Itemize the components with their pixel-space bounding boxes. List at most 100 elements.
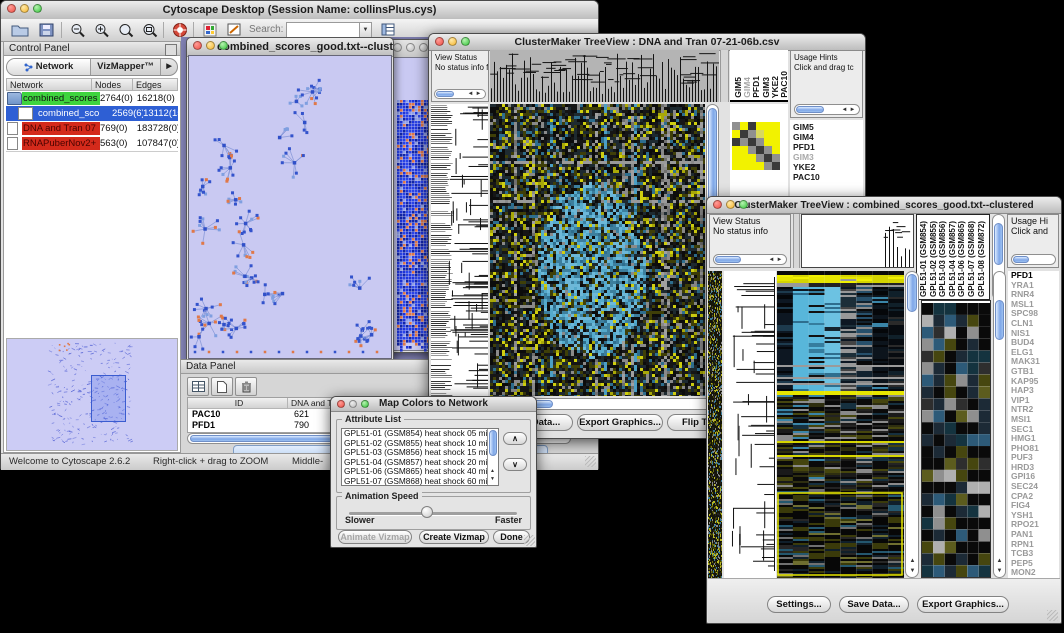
tv2-heatmap-vscrollbar[interactable]: ▲▼: [905, 271, 919, 578]
gene-label[interactable]: MON2: [1008, 568, 1059, 578]
attribute-listbox[interactable]: GPL51-01 (GSM854) heat shock 05 minGPL51…: [341, 428, 499, 486]
zoom-window-icon[interactable]: [419, 43, 428, 52]
network-row[interactable]: RNAPuberNov2+563(0)107847(0): [6, 136, 178, 151]
minimize-icon[interactable]: [406, 43, 415, 52]
close-icon[interactable]: [193, 41, 202, 50]
move-down-button[interactable]: ∨: [503, 458, 527, 471]
tv1-splitter[interactable]: [720, 50, 729, 102]
column-header-nodes[interactable]: Nodes: [92, 78, 133, 91]
delete-attribute-trash-icon[interactable]: [235, 377, 257, 396]
resize-grip[interactable]: [1047, 610, 1058, 621]
tv1-column-dendrogram-canvas[interactable]: [490, 50, 719, 102]
attribute-item[interactable]: GPL51-07 (GSM868) heat shock 60 min: [342, 477, 487, 487]
tv1-heatmap-canvas[interactable]: [490, 104, 705, 396]
network1-view[interactable]: [188, 55, 392, 359]
map-colors-dialog: Map Colors to Network Attribute List GPL…: [330, 396, 537, 548]
slider-thumb[interactable]: [421, 506, 433, 518]
view-status-hscrollbar[interactable]: ◄►: [434, 89, 486, 99]
column-label[interactable]: PAC10: [779, 71, 788, 98]
column-label[interactable]: GPL51-04 (GSM857): [948, 221, 957, 297]
gene-label[interactable]: PFD1: [790, 142, 863, 152]
settings-button[interactable]: Settings...: [767, 596, 831, 613]
search-dropdown-icon[interactable]: ▼: [359, 22, 372, 38]
tv2-splitter[interactable]: [793, 214, 800, 268]
tv2-heatmap-canvas[interactable]: [777, 271, 904, 578]
close-icon[interactable]: [337, 400, 345, 408]
network-row[interactable]: combined_scores2764(0)16218(0): [6, 91, 178, 106]
column-label[interactable]: GPL51-08 (GSM872): [977, 221, 986, 297]
column-label[interactable]: GPL51-06 (GSM865): [957, 221, 966, 297]
tv1-row-dendrogram-canvas[interactable]: [431, 104, 488, 396]
new-attribute-icon[interactable]: [211, 377, 233, 396]
network-window-1[interactable]: combined_scores_good.txt--cluste...: [186, 37, 394, 359]
tv1-mini-heatmap-canvas[interactable]: [732, 122, 780, 170]
zoom-window-icon[interactable]: [361, 400, 369, 408]
tv2-zoom-heatmap-canvas[interactable]: [922, 303, 990, 577]
select-attributes-icon[interactable]: [187, 377, 209, 396]
zoom-window-icon[interactable]: [219, 41, 228, 50]
close-icon[interactable]: [713, 200, 722, 209]
column-label[interactable]: PFD1: [751, 76, 761, 98]
tv2-global-overview-canvas[interactable]: [708, 271, 722, 578]
network-canvas[interactable]: [189, 56, 391, 358]
minimize-icon[interactable]: [20, 4, 29, 13]
zoom-window-icon[interactable]: [33, 4, 42, 13]
zoom-in-icon[interactable]: [91, 21, 113, 39]
birdseye-canvas[interactable]: [7, 339, 177, 450]
export-graphics-button[interactable]: Export Graphics...: [577, 414, 663, 431]
tab-vizmapper[interactable]: VizMapper™: [91, 59, 161, 75]
tv1-title-bar[interactable]: ClusterMaker TreeView : DNA and Tran 07-…: [429, 34, 865, 51]
open-folder-icon[interactable]: [9, 21, 31, 39]
create-vizmap-button[interactable]: Create Vizmap: [419, 530, 489, 544]
zoom-fit-icon[interactable]: [139, 21, 161, 39]
gene-label[interactable]: YKE2: [790, 162, 863, 172]
gene-label[interactable]: GIM3: [790, 152, 863, 162]
gene-label[interactable]: GIM5: [790, 122, 863, 132]
view-status-hscrollbar[interactable]: ◄►: [713, 254, 787, 265]
zoom-window-icon[interactable]: [739, 200, 748, 209]
export-graphics-button[interactable]: Export Graphics...: [917, 596, 1009, 613]
close-icon[interactable]: [435, 37, 444, 46]
minimize-icon[interactable]: [206, 41, 215, 50]
minimize-icon[interactable]: [448, 37, 457, 46]
network-tree-whitespace: [6, 151, 178, 338]
tab-network[interactable]: Network: [7, 59, 91, 75]
column-header-edges[interactable]: Edges: [133, 78, 178, 91]
animate-vizmap-button[interactable]: Animate Vizmap: [338, 530, 412, 544]
column-label[interactable]: GPL51-03 (GSM856): [938, 221, 947, 297]
save-data-button[interactable]: Save Data...: [839, 596, 909, 613]
gene-label[interactable]: GIM4: [790, 132, 863, 142]
float-panel-icon[interactable]: [165, 44, 177, 56]
window-controls[interactable]: [7, 4, 42, 13]
zoom-out-icon[interactable]: [67, 21, 89, 39]
gene-label[interactable]: PAC10: [790, 172, 863, 182]
zoom-window-icon[interactable]: [461, 37, 470, 46]
column-header-network[interactable]: Network: [6, 78, 92, 91]
usage-hints-hscrollbar[interactable]: [1011, 254, 1056, 265]
column-label[interactable]: GPL51-02 (GSM855): [929, 221, 938, 297]
tv2-row-dendrogram-canvas[interactable]: [724, 271, 776, 578]
save-icon[interactable]: [35, 21, 57, 39]
close-icon[interactable]: [7, 4, 16, 13]
minimize-icon[interactable]: [349, 400, 357, 408]
network-row[interactable]: combined_sco2569(6)13112(15): [6, 106, 178, 121]
tv2-zoom-vscrollbar[interactable]: ▲▼: [993, 271, 1006, 578]
resize-grip[interactable]: [524, 535, 535, 546]
dialog-title-bar[interactable]: Map Colors to Network: [331, 397, 536, 412]
tv2-title-bar[interactable]: ClusterMaker TreeView : combined_scores_…: [707, 197, 1061, 214]
network-row[interactable]: DNA and Tran 07769(0)183728(0): [6, 121, 178, 136]
close-icon[interactable]: [393, 43, 402, 52]
move-up-button[interactable]: ∧: [503, 432, 527, 445]
tv2-column-dendrogram-canvas[interactable]: [883, 217, 913, 267]
main-title-bar[interactable]: Cytoscape Desktop (Session Name: collins…: [1, 1, 598, 20]
tab-overflow-arrow[interactable]: ▶: [161, 59, 177, 75]
zoom-selected-icon[interactable]: [115, 21, 137, 39]
minimize-icon[interactable]: [726, 200, 735, 209]
resize-grip[interactable]: [585, 456, 596, 467]
search-input[interactable]: [286, 22, 364, 38]
column-header-id[interactable]: ID: [188, 398, 288, 409]
column-label[interactable]: GPL51-07 (GSM868): [967, 221, 976, 297]
usage-hints-hscrollbar[interactable]: ◄►: [794, 104, 860, 115]
column-label[interactable]: GPL51-01 (GSM854): [919, 221, 928, 297]
attribute-list-vscrollbar[interactable]: ▲ ▼: [487, 429, 498, 485]
